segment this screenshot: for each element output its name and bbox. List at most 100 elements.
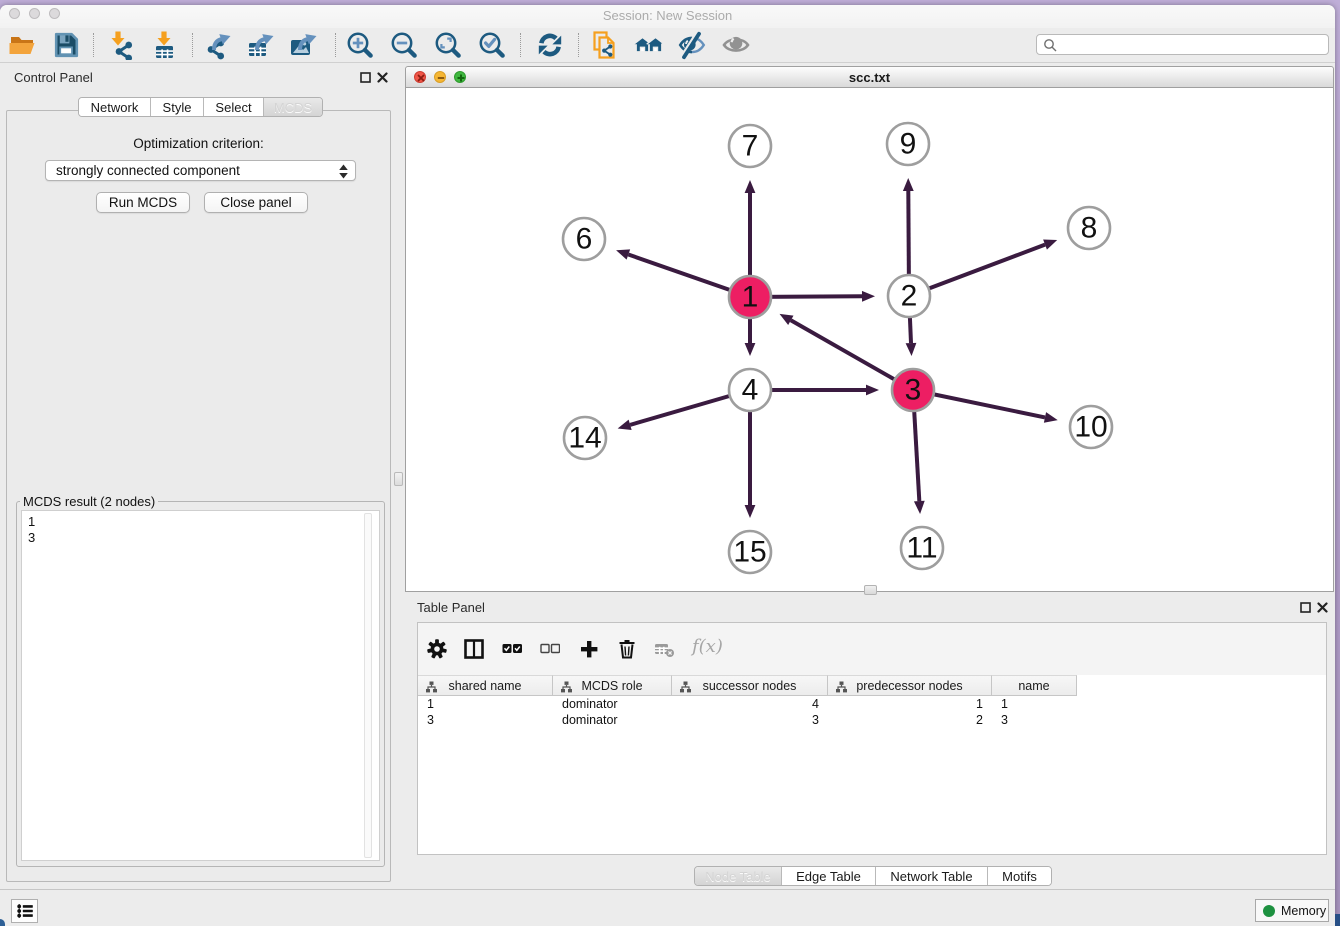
- cell-shared-name: 3: [418, 712, 553, 728]
- toolbar-button-first-neighbors[interactable]: [633, 29, 665, 61]
- graph-node-2[interactable]: 2: [888, 275, 930, 317]
- save-session-icon: [51, 30, 81, 60]
- toolbar-button-show-all[interactable]: [720, 29, 752, 61]
- table-tab-motifs[interactable]: Motifs: [988, 867, 1051, 885]
- column-header-shared-name[interactable]: shared name: [418, 675, 553, 696]
- main-titlebar[interactable]: Session: New Session: [0, 5, 1335, 28]
- toolbar-button-save-session[interactable]: [50, 29, 82, 61]
- mcds-result-textarea[interactable]: 1 3: [21, 510, 380, 861]
- graph-node-4[interactable]: 4: [729, 369, 771, 411]
- close-panel-button[interactable]: Close panel: [204, 192, 308, 213]
- toolbar-button-zoom-out[interactable]: [388, 29, 420, 61]
- search-box[interactable]: [1036, 34, 1329, 55]
- graph-node-8[interactable]: 8: [1068, 207, 1110, 249]
- table-toolbar-gear-button[interactable]: [422, 634, 452, 664]
- table-panel: Table Panel f(x) shared nameMCDS rolesuc…: [405, 593, 1335, 889]
- cell-shared-name: 1: [418, 696, 553, 712]
- table-close-icon[interactable]: [1317, 600, 1328, 611]
- toolbar-button-hide-selected[interactable]: [676, 29, 708, 61]
- toolbar-separator: [578, 33, 579, 57]
- toolbar-button-zoom-selected[interactable]: [476, 29, 508, 61]
- export-image-icon: [288, 30, 318, 60]
- mcds-result-title: MCDS result (2 nodes): [20, 494, 158, 509]
- clone-network-icon: [589, 30, 619, 60]
- table-toolbar-delete-column-button[interactable]: [612, 634, 642, 664]
- mcds-result-values: 1 3: [28, 514, 35, 546]
- zoom-in-icon: [345, 30, 375, 60]
- control-panel: Control Panel NetworkStyleSelectMCDS Opt…: [0, 63, 392, 889]
- graph-node-3[interactable]: 3: [892, 369, 934, 411]
- tab-style[interactable]: Style: [151, 98, 204, 116]
- toolbar-button-import-network[interactable]: [106, 29, 138, 61]
- close-panel-icon[interactable]: [377, 70, 388, 81]
- column-header-MCDS-role[interactable]: MCDS role: [553, 675, 672, 696]
- tab-select[interactable]: Select: [204, 98, 264, 116]
- svg-text:15: 15: [733, 536, 766, 569]
- criterion-dropdown[interactable]: strongly connected component: [45, 160, 356, 181]
- table-float-icon[interactable]: [1300, 600, 1311, 611]
- list-icon: [17, 904, 33, 918]
- run-mcds-button[interactable]: Run MCDS: [96, 192, 190, 213]
- table-toolbar-add-column-button[interactable]: [574, 634, 604, 664]
- toolbar-separator: [520, 33, 521, 57]
- graph-node-11[interactable]: 11: [901, 527, 943, 569]
- open-folder-icon: [7, 30, 37, 60]
- graph-node-14[interactable]: 14: [564, 417, 606, 459]
- table-tab-edge-table[interactable]: Edge Table: [782, 867, 876, 885]
- main-toolbar: [0, 28, 1335, 63]
- svg-text:3: 3: [905, 374, 922, 407]
- toolbar-button-refresh-layout[interactable]: [534, 29, 566, 61]
- table-toolbar-select-all-check-button[interactable]: [497, 634, 527, 664]
- tab-network[interactable]: Network: [79, 98, 151, 116]
- toolbar-button-clone-network[interactable]: [588, 29, 620, 61]
- graph-node-9[interactable]: 9: [887, 123, 929, 165]
- node-table-header: shared nameMCDS rolesuccessor nodes prede…: [418, 675, 1326, 696]
- graph-node-1[interactable]: 1: [729, 276, 771, 318]
- function-builder-button[interactable]: f(x): [692, 636, 723, 657]
- graph-node-7[interactable]: 7: [729, 125, 771, 167]
- search-input[interactable]: [1061, 36, 1321, 53]
- graph-node-10[interactable]: 10: [1070, 406, 1112, 448]
- select-all-check-icon: [502, 639, 522, 659]
- table-toolbar-column-layout-button[interactable]: [459, 634, 489, 664]
- tab-mcds[interactable]: MCDS: [264, 98, 322, 116]
- graph-node-15[interactable]: 15: [729, 531, 771, 573]
- zoom-selected-icon: [477, 30, 507, 60]
- table-row[interactable]: 1dominator411: [418, 696, 1326, 712]
- column-header-name[interactable]: name: [992, 675, 1077, 696]
- table-toolbar-delete-table-button[interactable]: [649, 634, 679, 664]
- vertical-splitter-grip[interactable]: [394, 472, 403, 486]
- refresh-layout-icon: [535, 30, 565, 60]
- graph-node-6[interactable]: 6: [563, 218, 605, 260]
- column-type-icon: [679, 681, 692, 693]
- task-history-button[interactable]: [11, 899, 38, 923]
- deselect-all-icon: [540, 639, 560, 659]
- table-toolbar-deselect-all-button[interactable]: [535, 634, 565, 664]
- column-header-successor-nodes[interactable]: successor nodes: [672, 675, 828, 696]
- svg-text:1: 1: [742, 281, 759, 314]
- table-tab-node-table[interactable]: Node Table: [695, 867, 782, 885]
- toolbar-button-open-folder[interactable]: [6, 29, 38, 61]
- toolbar-button-import-table[interactable]: [148, 29, 180, 61]
- memory-button[interactable]: Memory: [1255, 899, 1329, 922]
- network-view-frame: scc.txt 7 9 6 8 1 2 4 3 14 10 15 11: [405, 66, 1334, 592]
- import-network-icon: [107, 30, 137, 60]
- result-scrollbar[interactable]: [364, 513, 372, 858]
- network-graph-canvas[interactable]: 7 9 6 8 1 2 4 3 14 10 15 11: [406, 88, 1333, 591]
- column-header-predecessor-nodes[interactable]: predecessor nodes: [828, 675, 992, 696]
- cell-successor-nodes: 4: [672, 696, 828, 712]
- toolbar-button-zoom-fit[interactable]: [432, 29, 464, 61]
- table-toolbar: f(x): [418, 623, 1326, 675]
- column-header-label: predecessor nodes: [856, 679, 962, 693]
- toolbar-button-export-table[interactable]: [244, 29, 276, 61]
- cell-predecessor-nodes: 1: [828, 696, 992, 712]
- horizontal-splitter-grip[interactable]: [864, 585, 877, 595]
- table-tab-network-table[interactable]: Network Table: [876, 867, 988, 885]
- network-frame-titlebar[interactable]: scc.txt: [406, 67, 1333, 88]
- svg-text:11: 11: [906, 532, 937, 565]
- table-row[interactable]: 3dominator323: [418, 712, 1326, 728]
- toolbar-button-export-image[interactable]: [287, 29, 319, 61]
- toolbar-button-export-network[interactable]: [202, 29, 234, 61]
- float-panel-icon[interactable]: [360, 70, 371, 81]
- toolbar-button-zoom-in[interactable]: [344, 29, 376, 61]
